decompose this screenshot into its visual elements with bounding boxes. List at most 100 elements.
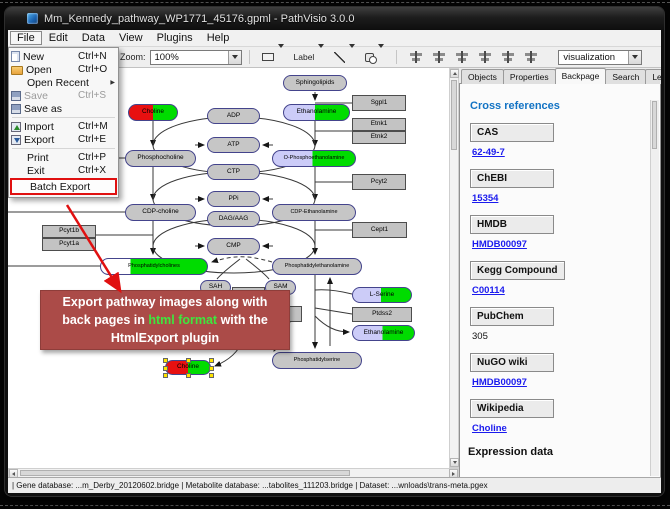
align-center-vertical-button[interactable] bbox=[407, 49, 424, 65]
tab-search[interactable]: Search bbox=[605, 69, 646, 84]
file-menu-item-import[interactable]: ImportCtrl+M bbox=[9, 120, 118, 133]
node-pcyt1a[interactable]: Pcyt1a bbox=[42, 238, 96, 251]
sidebar-scrollbar[interactable] bbox=[650, 100, 659, 476]
line-tool[interactable] bbox=[330, 49, 359, 65]
node-ethanolamine[interactable]: Ethanolamine bbox=[283, 104, 350, 121]
xref-link[interactable]: 15354 bbox=[472, 193, 498, 204]
menu-help[interactable]: Help bbox=[200, 31, 237, 45]
node-adp[interactable]: ADP bbox=[207, 108, 260, 124]
xref-section-nugo-wiki: NuGO wikiHMDB00097 bbox=[470, 352, 660, 388]
selection-handle[interactable] bbox=[209, 373, 214, 378]
scroll-down-icon[interactable] bbox=[450, 458, 459, 467]
distribute-horizontal-button[interactable] bbox=[476, 49, 493, 65]
node-etnk2[interactable]: Etnk2 bbox=[352, 131, 406, 144]
file-menu-item-new[interactable]: NewCtrl+N bbox=[9, 50, 118, 63]
tab-properties[interactable]: Properties bbox=[503, 69, 556, 84]
file-menu-item-print[interactable]: PrintCtrl+P bbox=[9, 151, 118, 164]
xref-link[interactable]: Choline bbox=[472, 423, 507, 434]
stack-vertical-button[interactable] bbox=[499, 49, 516, 65]
menu-edit[interactable]: Edit bbox=[42, 31, 75, 45]
node-choline[interactable]: Choline bbox=[165, 360, 211, 375]
align-center-horizontal-button[interactable] bbox=[430, 49, 447, 65]
chevron-down-icon[interactable] bbox=[228, 51, 241, 64]
zoom-combobox[interactable]: 100% bbox=[150, 50, 242, 65]
node-phosphocholine[interactable]: Phosphocholine bbox=[125, 150, 196, 167]
gene-product-tool[interactable] bbox=[258, 49, 288, 65]
selection-handle[interactable] bbox=[186, 358, 191, 363]
backpage-panel: Cross references CAS62-49-7ChEBI15354HMD… bbox=[459, 83, 661, 478]
node-cmp[interactable]: CMP bbox=[207, 238, 260, 255]
selection-handle[interactable] bbox=[163, 373, 168, 378]
file-menu-item-open-recent[interactable]: Open Recent▶ bbox=[9, 76, 118, 89]
file-menu-item-export[interactable]: ExportCtrl+E bbox=[9, 133, 118, 146]
selection-handle[interactable] bbox=[163, 358, 168, 363]
file-menu-item-save[interactable]: SaveCtrl+S bbox=[9, 89, 118, 102]
node-pcyt1b[interactable]: Pcyt1b bbox=[42, 225, 96, 238]
vertical-scroll-thumb[interactable] bbox=[451, 80, 457, 150]
pathway-edge bbox=[315, 308, 352, 314]
shortcut-label: Ctrl+M bbox=[78, 121, 115, 132]
file-menu-item-exit[interactable]: ExitCtrl+X bbox=[9, 164, 118, 177]
xref-value: 305 bbox=[472, 331, 660, 342]
node-sphingolipids[interactable]: Sphingolipids bbox=[283, 75, 347, 91]
node-choline[interactable]: Choline bbox=[128, 104, 178, 121]
menu-file[interactable]: File bbox=[10, 31, 42, 45]
xref-link[interactable]: HMDB00097 bbox=[472, 377, 527, 388]
node-ptdss2[interactable]: Ptdss2 bbox=[352, 307, 412, 322]
title-bar[interactable]: Mm_Kennedy_pathway_WP1771_45176.gpml - P… bbox=[5, 7, 664, 30]
node-cept1[interactable]: Cept1 bbox=[352, 222, 407, 238]
cross-references-heading: Cross references bbox=[470, 100, 660, 112]
shape-tool[interactable] bbox=[361, 49, 388, 65]
node-sgpl1[interactable]: Sgpl1 bbox=[352, 95, 406, 111]
node-o-phosphoethanolamine[interactable]: O-Phosphoethanolamine bbox=[272, 150, 356, 167]
xref-value: C00114 bbox=[472, 285, 660, 296]
tab-backpage[interactable]: Backpage bbox=[555, 68, 607, 84]
sidebar-scroll-thumb[interactable] bbox=[652, 101, 657, 149]
tab-legend[interactable]: Legend bbox=[645, 69, 661, 84]
xref-link[interactable]: C00114 bbox=[472, 285, 505, 296]
horizontal-scroll-thumb[interactable] bbox=[20, 470, 350, 476]
xref-link[interactable]: 62-49-7 bbox=[472, 147, 505, 158]
chevron-down-icon[interactable] bbox=[376, 48, 384, 66]
selection-handle[interactable] bbox=[209, 366, 214, 371]
chevron-down-icon[interactable] bbox=[276, 48, 284, 66]
tab-objects[interactable]: Objects bbox=[461, 69, 504, 84]
open-folder-icon bbox=[11, 66, 23, 75]
chevron-down-icon[interactable] bbox=[628, 51, 641, 64]
node-etnk1[interactable]: Etnk1 bbox=[352, 118, 406, 131]
status-bar: | Gene database: ...m_Derby_20120602.bri… bbox=[8, 477, 661, 493]
stack-horizontal-button[interactable] bbox=[522, 49, 539, 65]
xref-section-title: Wikipedia bbox=[470, 399, 554, 418]
file-menu-item-save-as[interactable]: Save as bbox=[9, 102, 118, 115]
file-menu-item-batch-export[interactable]: Batch Export bbox=[10, 178, 117, 195]
xref-link[interactable]: HMDB00097 bbox=[472, 239, 527, 250]
node-cdp-ethanolamine[interactable]: CDP-Ethanolamine bbox=[272, 204, 356, 221]
node-phosphatidylcholines[interactable]: Phosphatidylcholines bbox=[100, 258, 208, 275]
node-l-serine[interactable]: L-Serine bbox=[352, 287, 412, 303]
menu-view[interactable]: View bbox=[112, 31, 150, 45]
expression-data-heading: Expression data bbox=[468, 446, 660, 458]
node-phosphatidylserine[interactable]: Phosphatidylserine bbox=[272, 352, 362, 369]
distribute-vertical-button[interactable] bbox=[453, 49, 470, 65]
node-ctp[interactable]: CTP bbox=[207, 164, 260, 180]
chevron-down-icon[interactable] bbox=[347, 48, 355, 66]
node-phosphatidylethanolamine[interactable]: Phosphatidylethanolamine bbox=[272, 258, 362, 275]
node-atp[interactable]: ATP bbox=[207, 137, 260, 153]
chevron-down-icon[interactable] bbox=[316, 48, 324, 66]
canvas-vertical-scrollbar[interactable] bbox=[449, 68, 459, 468]
node-ethanolamine[interactable]: Ethanolamine bbox=[352, 325, 415, 341]
scroll-up-icon[interactable] bbox=[450, 69, 459, 78]
node-ppi[interactable]: PPi bbox=[207, 191, 260, 207]
menu-plugins[interactable]: Plugins bbox=[150, 31, 200, 45]
selection-handle[interactable] bbox=[186, 373, 191, 378]
node-pcyt2[interactable]: Pcyt2 bbox=[352, 174, 406, 190]
selection-handle[interactable] bbox=[209, 358, 214, 363]
node-cdp-choline[interactable]: CDP-choline bbox=[125, 204, 196, 221]
label-tool[interactable]: Label bbox=[290, 49, 329, 65]
xref-section-pubchem: PubChem305 bbox=[470, 306, 660, 342]
visualization-combobox[interactable]: visualization bbox=[558, 50, 642, 65]
file-menu-item-open[interactable]: OpenCtrl+O bbox=[9, 63, 118, 76]
menu-data[interactable]: Data bbox=[75, 31, 112, 45]
node-dag-aag[interactable]: DAG/AAG bbox=[207, 211, 260, 227]
selection-handle[interactable] bbox=[163, 366, 168, 371]
